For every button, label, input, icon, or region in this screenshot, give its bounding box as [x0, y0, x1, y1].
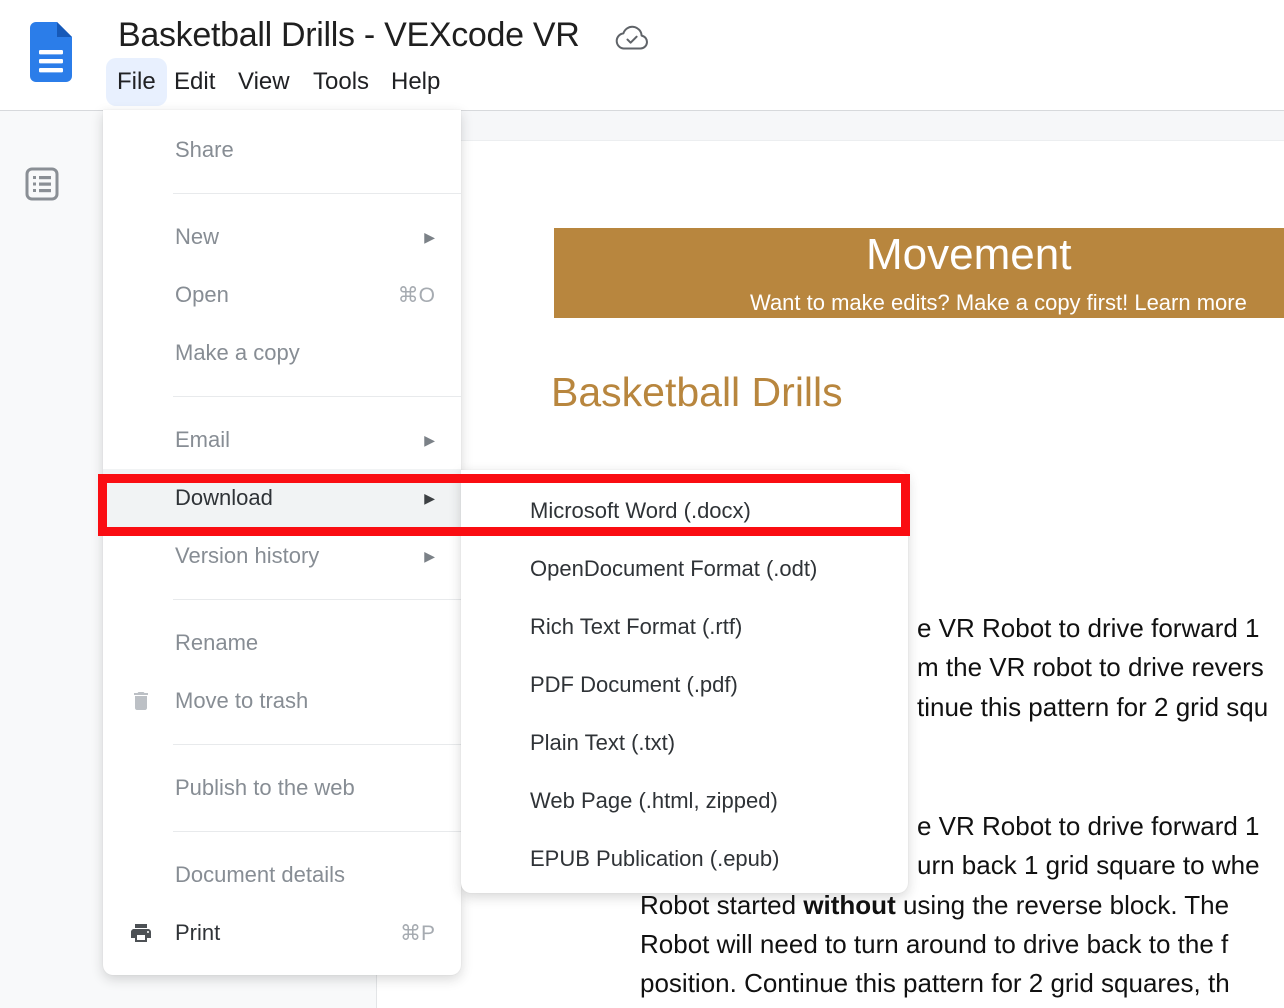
submenu-item-rich-text-format-rtf[interactable]: Rich Text Format (.rtf): [461, 598, 908, 656]
menu-item-open[interactable]: Open ⌘O: [103, 266, 461, 324]
app-header: Basketball Drills - VEXcode VR FileEditV…: [0, 0, 1284, 111]
google-docs-window: Movement Want to make edits? Make a copy…: [0, 0, 1284, 1008]
menu-item-print[interactable]: Print ⌘P: [103, 904, 461, 962]
submenu-item-microsoft-word-docx[interactable]: Microsoft Word (.docx): [461, 482, 908, 540]
document-heading: Basketball Drills: [551, 369, 843, 416]
menu-item-label: Email: [175, 427, 414, 453]
menu-item-label: Make a copy: [175, 340, 435, 366]
menu-divider: [173, 599, 461, 600]
submenu-arrow-icon: ▶: [424, 548, 435, 565]
submenu-item-web-page-html-zipped[interactable]: Web Page (.html, zipped): [461, 772, 908, 830]
menubar-tools[interactable]: Tools: [302, 58, 380, 106]
body-text-segment: e VR Robot to drive forward 1: [917, 811, 1260, 841]
file-menu-dropdown: ShareNew▶Open⌘OMake a copyEmail▶Download…: [103, 110, 461, 975]
menu-item-version-history[interactable]: Version history ▶: [103, 527, 461, 585]
menu-item-rename[interactable]: Rename: [103, 614, 461, 672]
cloud-saved-icon[interactable]: [615, 24, 649, 52]
menu-item-shortcut: ⌘O: [398, 283, 435, 308]
menu-item-label: Share: [175, 137, 435, 163]
menubar-view[interactable]: View: [227, 58, 301, 106]
menu-item-share[interactable]: Share: [103, 121, 461, 179]
menu-divider: [173, 831, 461, 832]
menu-item-make-a-copy[interactable]: Make a copy: [103, 324, 461, 382]
menu-item-shortcut: ⌘P: [400, 921, 435, 946]
menu-item-label: Publish to the web: [175, 775, 435, 801]
body-text-line: e VR Robot to drive forward 1: [917, 609, 1260, 648]
submenu-item-epub-publication-epub[interactable]: EPUB Publication (.epub): [461, 830, 908, 888]
submenu-item-opendocument-format-odt[interactable]: OpenDocument Format (.odt): [461, 540, 908, 598]
body-text-line: e VR Robot to drive forward 1: [917, 807, 1260, 846]
page-top-margin: [377, 111, 1284, 141]
body-text-bold: without: [803, 890, 895, 920]
submenu-arrow-icon: ▶: [424, 432, 435, 449]
body-text-line: position. Continue this pattern for 2 gr…: [640, 964, 1230, 1003]
submenu-item-plain-text-txt[interactable]: Plain Text (.txt): [461, 714, 908, 772]
body-text-segment: using the reverse block. The: [896, 890, 1229, 920]
menu-item-document-details[interactable]: Document details: [103, 846, 461, 904]
banner-subtitle: Want to make edits? Make a copy first! L…: [750, 290, 1247, 316]
google-docs-icon: [30, 22, 72, 82]
document-title[interactable]: Basketball Drills - VEXcode VR: [118, 16, 580, 55]
body-text-line: tinue this pattern for 2 grid squ: [917, 688, 1268, 727]
body-text-segment: e VR Robot to drive forward 1: [917, 613, 1260, 643]
submenu-arrow-icon: ▶: [424, 229, 435, 246]
menu-item-label: Print: [175, 920, 390, 946]
submenu-arrow-icon: ▶: [424, 490, 435, 507]
body-text-segment: position. Continue this pattern for 2 gr…: [640, 968, 1230, 998]
menubar-help[interactable]: Help: [380, 58, 451, 106]
menu-item-email[interactable]: Email ▶: [103, 411, 461, 469]
menubar-edit[interactable]: Edit: [163, 58, 226, 106]
menu-divider: [173, 744, 461, 745]
menu-item-label: Version history: [175, 543, 414, 569]
menu-item-label: Download: [175, 485, 414, 511]
trash-icon: [129, 689, 153, 713]
banner-title: Movement: [866, 230, 1071, 280]
menu-item-label: Open: [175, 282, 388, 308]
menu-item-label: Document details: [175, 862, 435, 888]
menu-divider: [173, 396, 461, 397]
body-text-line: m the VR robot to drive revers: [917, 648, 1264, 687]
document-outline-icon: [24, 166, 60, 202]
body-text-segment: Robot will need to turn around to drive …: [640, 929, 1228, 959]
submenu-item-pdf-document-pdf[interactable]: PDF Document (.pdf): [461, 656, 908, 714]
menu-divider: [173, 193, 461, 194]
body-text-line: Robot will need to turn around to drive …: [640, 925, 1228, 964]
menu-item-label: New: [175, 224, 414, 250]
menu-item-download[interactable]: Download ▶: [103, 469, 461, 527]
body-text-segment: Robot started: [640, 890, 803, 920]
body-text-segment: urn back 1 grid square to whe: [917, 850, 1260, 880]
body-text-segment: m the VR robot to drive revers: [917, 652, 1264, 682]
menu-item-new[interactable]: New ▶: [103, 208, 461, 266]
menu-item-label: Move to trash: [175, 688, 435, 714]
menubar-file[interactable]: File: [106, 58, 167, 106]
document-banner: Movement Want to make edits? Make a copy…: [554, 228, 1284, 318]
body-text-line: urn back 1 grid square to whe: [917, 846, 1260, 885]
download-submenu: Microsoft Word (.docx)OpenDocument Forma…: [461, 470, 908, 893]
menu-item-publish-to-the-web[interactable]: Publish to the web: [103, 759, 461, 817]
show-outline-button[interactable]: [24, 166, 60, 202]
menu-item-label: Rename: [175, 630, 435, 656]
menu-item-move-to-trash[interactable]: Move to trash: [103, 672, 461, 730]
printer-icon: [129, 921, 153, 945]
body-text-segment: tinue this pattern for 2 grid squ: [917, 692, 1268, 722]
